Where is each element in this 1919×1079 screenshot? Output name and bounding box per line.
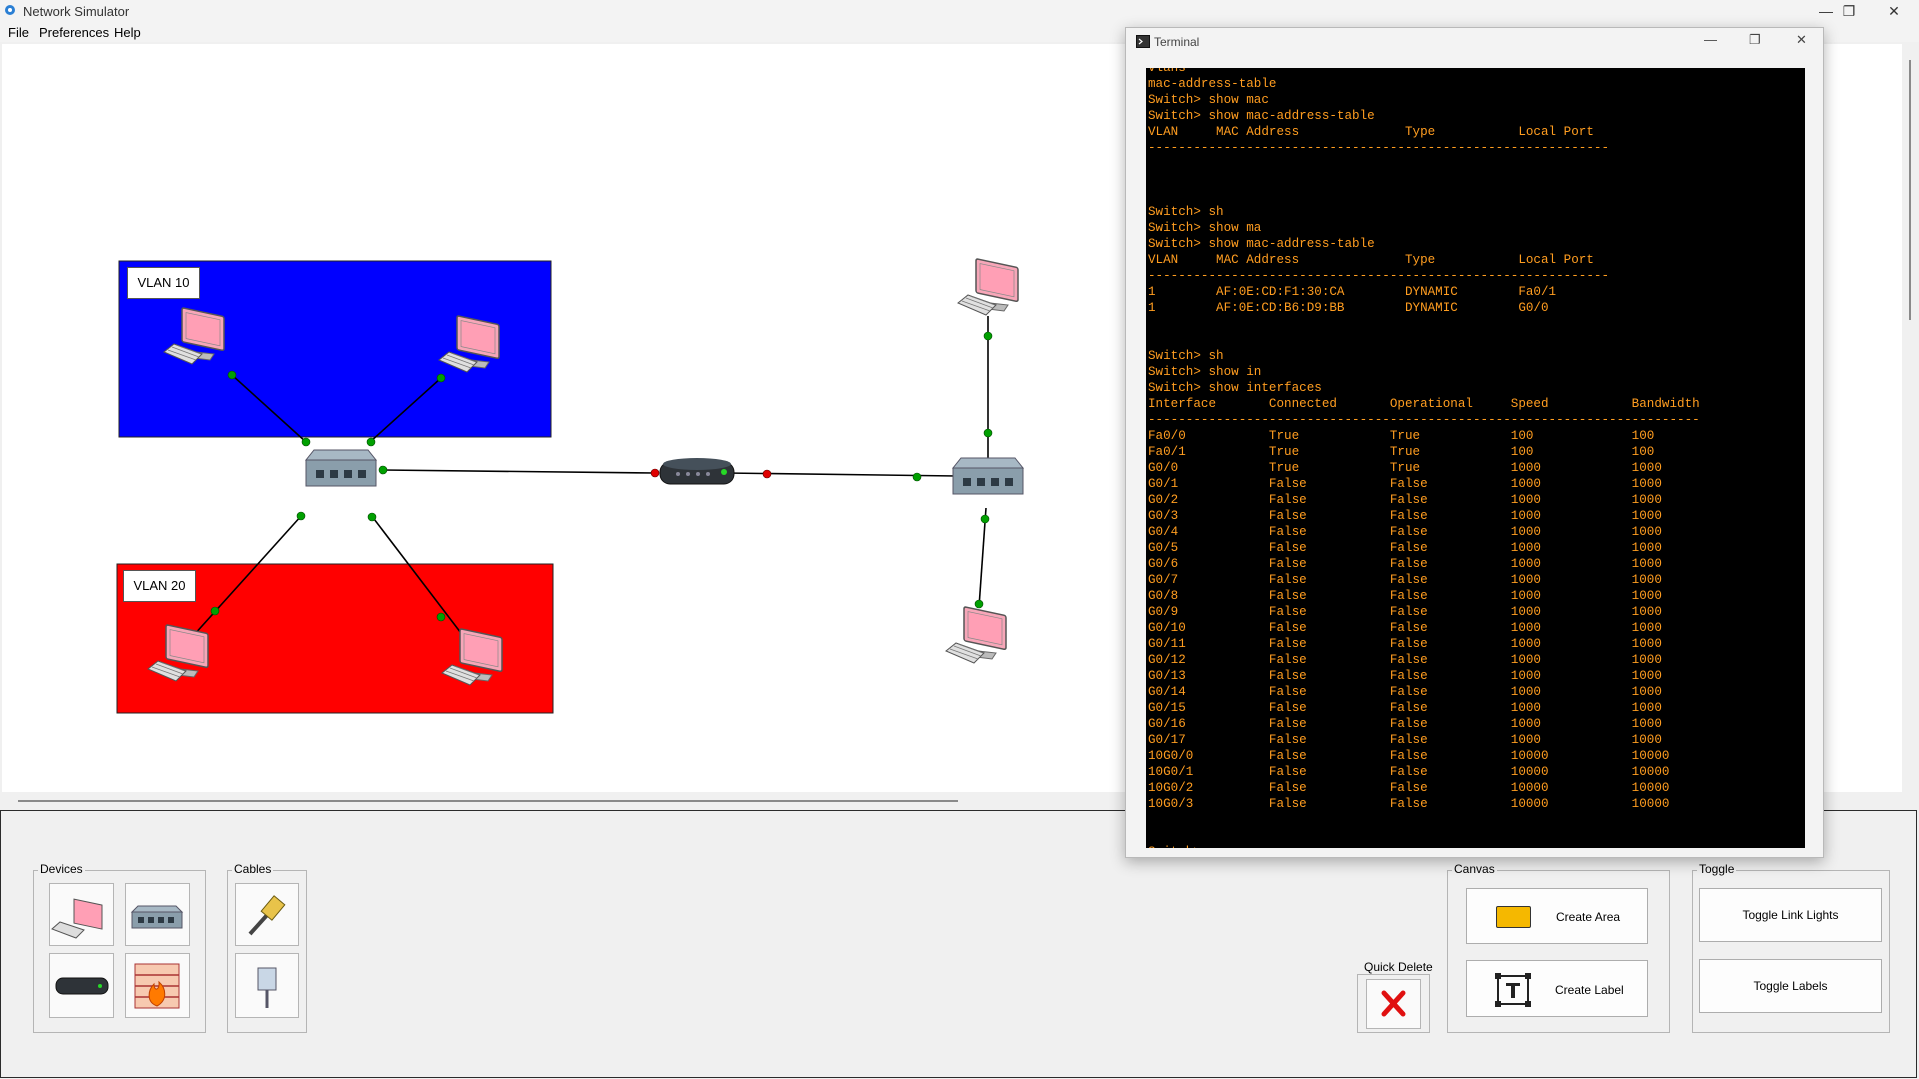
quick-delete-label: Quick Delete: [1362, 960, 1435, 974]
vertical-scrollbar[interactable]: [1909, 60, 1911, 320]
switch-right[interactable]: [952, 457, 1024, 495]
devices-group-label: Devices: [38, 862, 85, 876]
terminal-close-button[interactable]: ✕: [1796, 32, 1807, 48]
ethernet-cable-button[interactable]: [235, 883, 299, 946]
router[interactable]: [659, 457, 735, 485]
router-icon: [55, 977, 109, 995]
terminal-icon: [1136, 35, 1150, 48]
toggle-labels-button[interactable]: Toggle Labels: [1699, 959, 1882, 1013]
add-router-button[interactable]: [49, 953, 114, 1018]
switch-icon: [130, 905, 184, 929]
toggle-group-label: Toggle: [1697, 862, 1737, 876]
terminal-minimize-button[interactable]: —: [1704, 32, 1717, 47]
serial-cable-icon: [257, 967, 277, 1008]
create-area-label: Create Area: [1556, 910, 1621, 924]
terminal-output[interactable]: vlans mac-address-table Switch> show mac…: [1146, 68, 1805, 848]
terminal-title: Terminal: [1154, 35, 1200, 49]
terminal-maximize-button[interactable]: ❐: [1749, 32, 1761, 48]
pc-right-top[interactable]: [957, 257, 1019, 316]
add-firewall-button[interactable]: [125, 953, 190, 1018]
serial-cable-button[interactable]: [235, 953, 299, 1018]
toggle-link-lights-button[interactable]: Toggle Link Lights: [1699, 888, 1882, 942]
create-area-button[interactable]: Create Area: [1466, 888, 1648, 944]
terminal-window[interactable]: Terminal — ❐ ✕ vlans mac-address-table S…: [1125, 27, 1824, 858]
text-label-icon: [1495, 973, 1531, 1007]
delete-x-icon: [1381, 990, 1406, 1017]
vlan10-label[interactable]: VLAN 10: [127, 267, 200, 299]
area-swatch-icon: [1496, 906, 1531, 928]
add-pc-button[interactable]: [49, 883, 114, 946]
terminal-text: vlans mac-address-table Switch> show mac…: [1148, 68, 1700, 848]
quick-delete-button[interactable]: [1366, 979, 1421, 1029]
create-label-text: Create Label: [1555, 983, 1624, 997]
firewall-icon: [134, 963, 180, 1009]
ethernet-cable-icon: [248, 895, 286, 936]
switch-left[interactable]: [305, 449, 377, 487]
pc-right-bottom[interactable]: [945, 605, 1007, 664]
canvas-tools-label: Canvas: [1452, 862, 1497, 876]
vlan20-label[interactable]: VLAN 20: [123, 570, 196, 602]
horizontal-scrollbar[interactable]: [18, 800, 958, 802]
cables-group-label: Cables: [232, 862, 274, 876]
pc-icon: [51, 898, 103, 939]
create-label-button[interactable]: Create Label: [1466, 960, 1648, 1017]
add-switch-button[interactable]: [125, 883, 190, 946]
